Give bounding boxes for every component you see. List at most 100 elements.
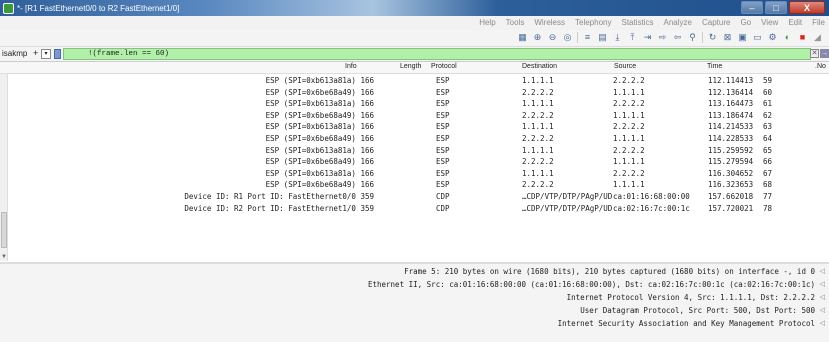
table-row[interactable]: ESP (SPI=0xb613a81a) 166 ESP 1.1.1.1 2.2… <box>8 75 829 87</box>
cell-info: ESP (SPI=0xb613a81a) 166 <box>265 145 374 155</box>
clear-filter-icon[interactable]: ✕ <box>810 49 819 58</box>
table-row[interactable]: ESP (SPI=0xb613a81a) 166 ESP 1.1.1.1 2.2… <box>8 121 829 133</box>
toolbar-separator <box>577 32 578 43</box>
window-title: *- [R1 FastEthernet0/0 to R2 FastEtherne… <box>17 3 180 13</box>
zoom-out-icon[interactable]: ⊖ <box>547 32 558 43</box>
minimize-button[interactable]: – <box>741 1 763 14</box>
menu-capture[interactable]: Capture <box>702 18 730 27</box>
colorize-icon[interactable]: ▤ <box>597 32 608 43</box>
table-row[interactable]: Device ID: R2 Port ID: FastEthernet1/0 3… <box>8 203 829 215</box>
cell-time: 112.114413 <box>708 76 754 85</box>
cell-protocol: ESP <box>436 157 450 167</box>
autoscroll-icon[interactable]: ≡ <box>582 32 593 43</box>
display-filter-input[interactable]: !(frame.len == 60) <box>63 48 811 60</box>
menu-wireless[interactable]: Wireless <box>534 18 565 27</box>
cell-info: ESP (SPI=0xb613a81a) 166 <box>265 99 374 109</box>
table-row[interactable]: ESP (SPI=0x6be68a49) 166 ESP 2.2.2.2 1.1… <box>8 87 829 99</box>
table-row[interactable]: ESP (SPI=0xb613a81a) 166 ESP 1.1.1.1 2.2… <box>8 168 829 180</box>
menu-view[interactable]: View <box>761 18 778 27</box>
cell-no: 60 <box>763 87 773 97</box>
menu-tools[interactable]: Tools <box>506 18 525 27</box>
menu-statistics[interactable]: Statistics <box>621 18 653 27</box>
cell-no: 68 <box>763 180 773 190</box>
go-back-icon[interactable]: ⇦ <box>672 32 683 43</box>
cell-destination: …CDP/VTP/DTP/PAgP/UD <box>522 191 613 201</box>
detail-frame[interactable]: Frame 5: 210 bytes on wire (1680 bits), … <box>404 267 815 276</box>
menu-help[interactable]: Help <box>479 18 495 27</box>
table-row[interactable]: ESP (SPI=0xb613a81a) 166 ESP 1.1.1.1 2.2… <box>8 145 829 157</box>
resize-columns-icon[interactable]: ▦ <box>517 32 528 43</box>
capture-options-icon[interactable]: ⚙ <box>767 32 778 43</box>
go-forward-icon[interactable]: ⇨ <box>657 32 668 43</box>
expand-arrow-icon[interactable]: ◁ <box>820 319 825 327</box>
menu-telephony[interactable]: Telephony <box>575 18 611 27</box>
cell-source: 1.1.1.1 <box>613 110 645 120</box>
cell-source: 2.2.2.2 <box>613 99 645 109</box>
cell-no: 77 <box>763 191 773 201</box>
expand-arrow-icon[interactable]: ◁ <box>820 280 825 288</box>
add-filter-button[interactable]: + <box>33 48 38 58</box>
menu-analyze[interactable]: Analyze <box>664 18 692 27</box>
stop-capture-icon[interactable]: ■ <box>797 32 808 43</box>
menu-edit[interactable]: Edit <box>788 18 802 27</box>
table-row[interactable]: Device ID: R1 Port ID: FastEthernet0/0 3… <box>8 191 829 203</box>
cell-protocol: CDP <box>436 191 450 201</box>
menu-go[interactable]: Go <box>740 18 751 27</box>
detail-ip[interactable]: Internet Protocol Version 4, Src: 1.1.1.… <box>567 293 815 302</box>
cell-source: 1.1.1.1 <box>613 133 645 143</box>
detail-udp[interactable]: User Datagram Protocol, Src Port: 500, D… <box>580 306 815 315</box>
reload-icon[interactable]: ↻ <box>707 32 718 43</box>
table-row[interactable]: ESP (SPI=0x6be68a49) 166 ESP 2.2.2.2 1.1… <box>8 156 829 168</box>
zoom-reset-icon[interactable]: ◎ <box>562 32 573 43</box>
detail-ethernet[interactable]: Ethernet II, Src: ca:01:16:68:00:00 (ca:… <box>368 280 815 289</box>
go-to-packet-icon[interactable]: ⇥ <box>642 32 653 43</box>
table-row[interactable]: ESP (SPI=0x6be68a49) 166 ESP 2.2.2.2 1.1… <box>8 110 829 122</box>
restart-capture-icon[interactable]: ◐ <box>782 32 793 43</box>
close-file-icon[interactable]: ⊠ <box>722 32 733 43</box>
scroll-down-icon[interactable]: ▼ <box>1 254 7 260</box>
column-header-source[interactable]: Source <box>614 63 636 70</box>
cell-source: 1.1.1.1 <box>613 180 645 190</box>
maximize-button[interactable]: □ <box>765 1 787 14</box>
cell-protocol: ESP <box>436 122 450 132</box>
expand-arrow-icon[interactable]: ◁ <box>820 306 825 314</box>
main-toolbar: ▦ ⊕ ⊖ ◎ ≡ ▤ ⤓ ⤒ ⇥ ⇨ ⇦ ⚲ ↻ ⊠ ▣ ▭ ⚙ ◐ ■ ◢ <box>0 30 829 47</box>
cell-no: 78 <box>763 203 773 213</box>
table-row[interactable]: ESP (SPI=0x6be68a49) 166 ESP 2.2.2.2 1.1… <box>8 133 829 145</box>
packet-list-scrollbar[interactable]: ▲ ▼ <box>0 62 8 261</box>
cell-source: 2.2.2.2 <box>613 145 645 155</box>
find-packet-icon[interactable]: ⚲ <box>687 32 698 43</box>
menu-file[interactable]: File <box>812 18 825 27</box>
bookmark-icon[interactable] <box>54 49 61 59</box>
table-row[interactable]: ESP (SPI=0x6be68a49) 166 ESP 2.2.2.2 1.1… <box>8 179 829 191</box>
cell-destination: 2.2.2.2 <box>522 133 554 143</box>
detail-isakmp[interactable]: Internet Security Association and Key Ma… <box>558 319 815 328</box>
filter-dropdown-icon[interactable]: ▾ <box>41 49 51 59</box>
save-file-icon[interactable]: ▣ <box>737 32 748 43</box>
column-header-no[interactable]: .No <box>815 63 826 70</box>
column-header-info[interactable]: Info <box>345 63 357 70</box>
cell-destination: 1.1.1.1 <box>522 122 554 132</box>
table-row[interactable]: ESP (SPI=0xb613a81a) 166 ESP 1.1.1.1 2.2… <box>8 98 829 110</box>
column-header-destination[interactable]: Destination <box>522 63 557 70</box>
scrollbar-thumb[interactable] <box>1 212 7 248</box>
cell-protocol: ESP <box>436 168 450 178</box>
expand-arrow-icon[interactable]: ◁ <box>820 293 825 301</box>
filter-button-label[interactable]: isakmp <box>2 49 27 58</box>
start-capture-icon[interactable]: ◢ <box>812 32 823 43</box>
cell-time: 157.720021 <box>708 203 754 213</box>
go-first-icon[interactable]: ⤒ <box>627 32 638 43</box>
cell-protocol: ESP <box>436 145 450 155</box>
cell-info: ESP (SPI=0x6be68a49) 166 <box>265 110 374 120</box>
cell-info: Device ID: R2 Port ID: FastEthernet1/0 3… <box>184 203 374 213</box>
cell-source: 1.1.1.1 <box>613 87 645 97</box>
column-header-protocol[interactable]: Protocol <box>431 63 457 70</box>
go-last-icon[interactable]: ⤓ <box>612 32 623 43</box>
close-button[interactable]: X <box>789 1 825 14</box>
expand-arrow-icon[interactable]: ◁ <box>820 267 825 275</box>
zoom-in-icon[interactable]: ⊕ <box>532 32 543 43</box>
apply-filter-icon[interactable]: → <box>820 49 829 58</box>
open-file-icon[interactable]: ▭ <box>752 32 763 43</box>
column-header-time[interactable]: Time <box>707 63 722 70</box>
column-header-length[interactable]: Length <box>400 63 421 70</box>
